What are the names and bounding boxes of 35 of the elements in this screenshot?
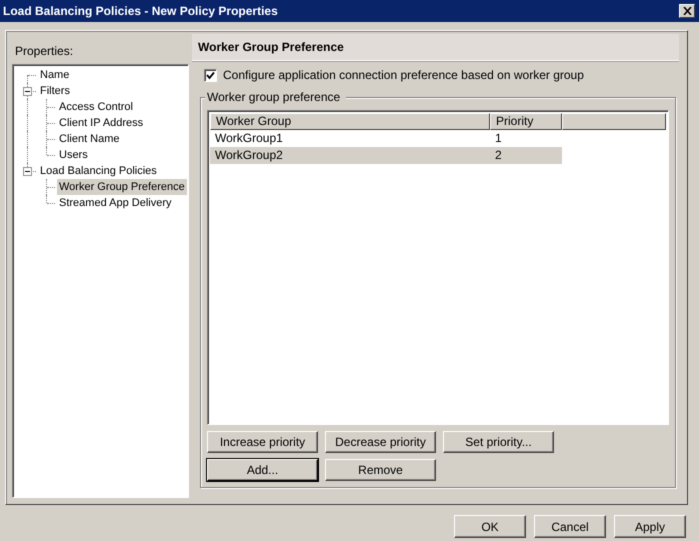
- action-button[interactable]: Decrease priority: [325, 431, 436, 453]
- table-cell-text: WorkGroup1: [214, 130, 284, 147]
- action-button[interactable]: Increase priority: [207, 431, 318, 453]
- column-header[interactable]: Worker Group: [210, 113, 490, 130]
- properties-label: Properties:: [15, 44, 74, 58]
- tree-item[interactable]: Load Balancing Policies: [38, 163, 159, 179]
- table-cell-text: WorkGroup2: [214, 147, 284, 164]
- close-button[interactable]: [679, 4, 695, 18]
- action-button[interactable]: Add...: [207, 459, 318, 481]
- dialog-button[interactable]: Apply: [614, 515, 686, 538]
- action-button[interactable]: Set priority...: [443, 431, 554, 453]
- checkbox-label: Configure application connection preference based on worker group: [223, 68, 584, 82]
- window-title: Load Balancing Policies - New Policy Properties: [3, 4, 278, 18]
- action-button[interactable]: Remove: [325, 459, 436, 481]
- tree-toggle-icon[interactable]: [23, 166, 32, 176]
- group-title: Worker group preference: [205, 90, 346, 104]
- tree-item[interactable]: Users: [57, 147, 90, 163]
- table-cell-text: 1: [494, 130, 503, 147]
- tree-item[interactable]: Worker Group Preference: [57, 179, 187, 195]
- dialog-button[interactable]: OK: [454, 515, 526, 538]
- tree-item[interactable]: Name: [38, 67, 72, 83]
- tree-item[interactable]: Access Control: [57, 99, 135, 115]
- table-cell-text: 2: [494, 147, 503, 164]
- tree-item[interactable]: Streamed App Delivery: [57, 195, 174, 211]
- close-icon: [682, 7, 692, 15]
- column-header[interactable]: Priority: [490, 113, 562, 130]
- tree-item[interactable]: Filters: [38, 83, 72, 99]
- page-title: Worker Group Preference: [198, 40, 344, 54]
- tree-toggle-icon[interactable]: [23, 86, 32, 96]
- list-row[interactable]: WorkGroup1 1: [210, 130, 562, 147]
- dialog-button[interactable]: Cancel: [534, 515, 606, 538]
- list-row[interactable]: WorkGroup2 2: [210, 147, 562, 164]
- checkbox[interactable]: [204, 68, 217, 82]
- tree-item[interactable]: Client IP Address: [57, 115, 146, 131]
- tree-item[interactable]: Client Name: [57, 131, 122, 147]
